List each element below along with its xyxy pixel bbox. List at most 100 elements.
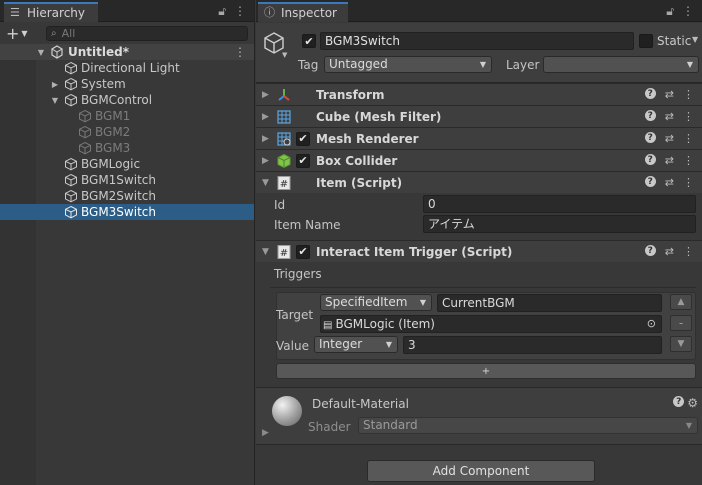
remove-label: -	[678, 316, 684, 330]
component-name: Mesh Renderer	[316, 131, 419, 146]
fold-closed-icon[interactable]: ▶	[262, 428, 269, 438]
fold-closed-icon[interactable]: ▶	[50, 80, 60, 89]
component-transform[interactable]: ▶ Transform ? ⇄ ⋮	[256, 83, 702, 105]
scene-row[interactable]: ▼ Untitled* ⋮	[0, 44, 254, 60]
settings-sliders-icon[interactable]: ⇄	[665, 176, 674, 189]
component-enabled-checkbox[interactable]: ✔	[296, 131, 310, 146]
settings-sliders-icon[interactable]: ⇄	[665, 245, 674, 258]
chevron-down-icon: ▼	[686, 60, 693, 69]
hierarchy-item-label: BGM1Switch	[81, 173, 156, 187]
fold-open-icon[interactable]: ▼	[36, 48, 46, 57]
target-object-value: BGMLogic (Item)	[335, 317, 435, 331]
help-icon[interactable]: ?	[673, 396, 685, 407]
layer-dropdown[interactable]: ▼	[543, 56, 699, 73]
tab-hierarchy[interactable]: ☰ Hierarchy	[4, 2, 98, 22]
component-item-script[interactable]: ▼ # Item (Script) ? ⇄ ⋮	[256, 171, 702, 193]
target-mode-dropdown[interactable]: SpecifiedItem ▼	[320, 294, 432, 311]
add-component-button[interactable]: Add Component	[367, 460, 595, 482]
fold-open-icon[interactable]: ▼	[262, 247, 269, 257]
component-buttons: ? ⇄ ⋮	[644, 245, 694, 258]
fold-closed-icon[interactable]: ▶	[262, 134, 269, 144]
component-mesh-renderer[interactable]: ▶ ✔ Mesh Renderer ? ⇄ ⋮	[256, 127, 702, 149]
lock-icon[interactable]: 🔓︎	[218, 4, 226, 19]
component-box-collider[interactable]: ▶ ✔ Box Collider ? ⇄ ⋮	[256, 149, 702, 171]
help-icon[interactable]: ?	[644, 88, 656, 99]
settings-sliders-icon[interactable]: ⇄	[665, 110, 674, 123]
hierarchy-item[interactable]: BGM2Switch	[0, 188, 254, 204]
gameobject-header: ▼ ✔ BGM3Switch Static ▼ Tag Untagged ▼ L…	[256, 23, 702, 83]
gameobject-cube-icon	[65, 61, 77, 75]
kebab-menu-icon[interactable]: ⋮	[683, 88, 694, 101]
kebab-menu-icon[interactable]: ⋮	[683, 154, 694, 167]
help-icon[interactable]: ?	[644, 245, 656, 256]
settings-sliders-icon[interactable]: ⇄	[665, 88, 674, 101]
component-name: Transform	[316, 87, 385, 102]
hierarchy-item[interactable]: ▶ System	[0, 76, 254, 92]
hierarchy-tabbar: ☰ Hierarchy 🔓︎ ⋮	[0, 0, 254, 22]
hierarchy-item[interactable]: BGM1Switch	[0, 172, 254, 188]
hierarchy-item[interactable]: BGM2	[0, 124, 254, 140]
hierarchy-item[interactable]: BGM3	[0, 140, 254, 156]
move-up-button[interactable]: ▲	[670, 294, 692, 310]
kebab-menu-icon[interactable]: ⋮	[234, 4, 246, 19]
component-interact-item-trigger[interactable]: ▼ # ✔ Interact Item Trigger (Script) ? ⇄…	[256, 240, 702, 262]
hierarchy-item-selected[interactable]: BGM3Switch	[0, 204, 254, 220]
tag-dropdown[interactable]: Untagged ▼	[324, 56, 492, 73]
remove-trigger-button[interactable]: -	[670, 315, 692, 331]
kebab-menu-icon[interactable]: ⋮	[683, 245, 694, 258]
gameobject-cube-icon	[65, 189, 77, 203]
shader-dropdown[interactable]: Standard ▼	[358, 417, 698, 434]
hierarchy-search-input[interactable]: ⌕ All	[46, 26, 248, 41]
settings-sliders-icon[interactable]: ⇄	[665, 154, 674, 167]
target-label: Target	[276, 308, 314, 322]
gameobject-cube-icon	[79, 125, 91, 139]
hierarchy-item[interactable]: Directional Light	[0, 60, 254, 76]
item-name-field[interactable]: アイテム	[423, 215, 696, 233]
triggers-label: Triggers	[274, 267, 322, 281]
object-picker-icon[interactable]: ⊙	[647, 316, 656, 332]
active-checkbox[interactable]: ✔	[302, 34, 316, 48]
lock-icon[interactable]: 🔓︎	[666, 4, 674, 19]
hierarchy-item[interactable]: BGMLogic	[0, 156, 254, 172]
kebab-menu-icon[interactable]: ⋮	[683, 110, 694, 123]
component-mesh-filter[interactable]: ▶ Cube (Mesh Filter) ? ⇄ ⋮	[256, 105, 702, 127]
object-name-field[interactable]: BGM3Switch	[320, 32, 634, 50]
chevron-down-icon: ▼	[479, 60, 486, 69]
target-name-field[interactable]: CurrentBGM	[437, 294, 662, 312]
hierarchy-item[interactable]: ▼ BGMControl	[0, 92, 254, 108]
scene-menu-icon[interactable]: ⋮	[234, 45, 246, 59]
search-icon: ⌕	[51, 28, 57, 39]
value-field[interactable]: 3	[403, 336, 662, 354]
help-icon[interactable]: ?	[644, 154, 656, 165]
add-trigger-button[interactable]: +	[276, 363, 696, 379]
hierarchy-item[interactable]: BGM1	[0, 108, 254, 124]
settings-sliders-icon[interactable]: ⇄	[665, 132, 674, 145]
material-buttons: ? ⚙	[673, 396, 698, 410]
fold-open-icon[interactable]: ▼	[262, 178, 269, 188]
fold-open-icon[interactable]: ▼	[50, 96, 60, 105]
add-component-label: Add Component	[432, 464, 530, 478]
kebab-menu-icon[interactable]: ⋮	[682, 4, 694, 19]
hierarchy-item-label: BGM2Switch	[81, 189, 156, 203]
help-icon[interactable]: ?	[644, 110, 656, 121]
help-icon[interactable]: ?	[644, 176, 656, 187]
gear-icon[interactable]: ⚙	[687, 396, 698, 410]
id-field[interactable]: 0	[423, 195, 696, 213]
kebab-menu-icon[interactable]: ⋮	[683, 176, 694, 189]
component-enabled-checkbox[interactable]: ✔	[296, 153, 310, 168]
fold-closed-icon[interactable]: ▶	[262, 90, 269, 100]
component-enabled-checkbox[interactable]: ✔	[296, 244, 310, 259]
fold-closed-icon[interactable]: ▶	[262, 156, 269, 166]
static-checkbox[interactable]	[639, 34, 653, 48]
component-name: Item (Script)	[316, 175, 403, 190]
chevron-down-icon[interactable]: ▼	[692, 35, 698, 44]
value-type-dropdown[interactable]: Integer ▼	[314, 336, 398, 353]
create-button[interactable]: + ▼	[6, 24, 34, 43]
fold-closed-icon[interactable]: ▶	[262, 112, 269, 122]
search-placeholder: All	[61, 27, 76, 40]
kebab-menu-icon[interactable]: ⋮	[683, 132, 694, 145]
move-down-button[interactable]: ▼	[670, 336, 692, 352]
target-object-field[interactable]: ▤ BGMLogic (Item) ⊙	[320, 315, 662, 333]
tab-inspector[interactable]: ⓘ Inspector	[258, 2, 348, 22]
help-icon[interactable]: ?	[644, 132, 656, 143]
